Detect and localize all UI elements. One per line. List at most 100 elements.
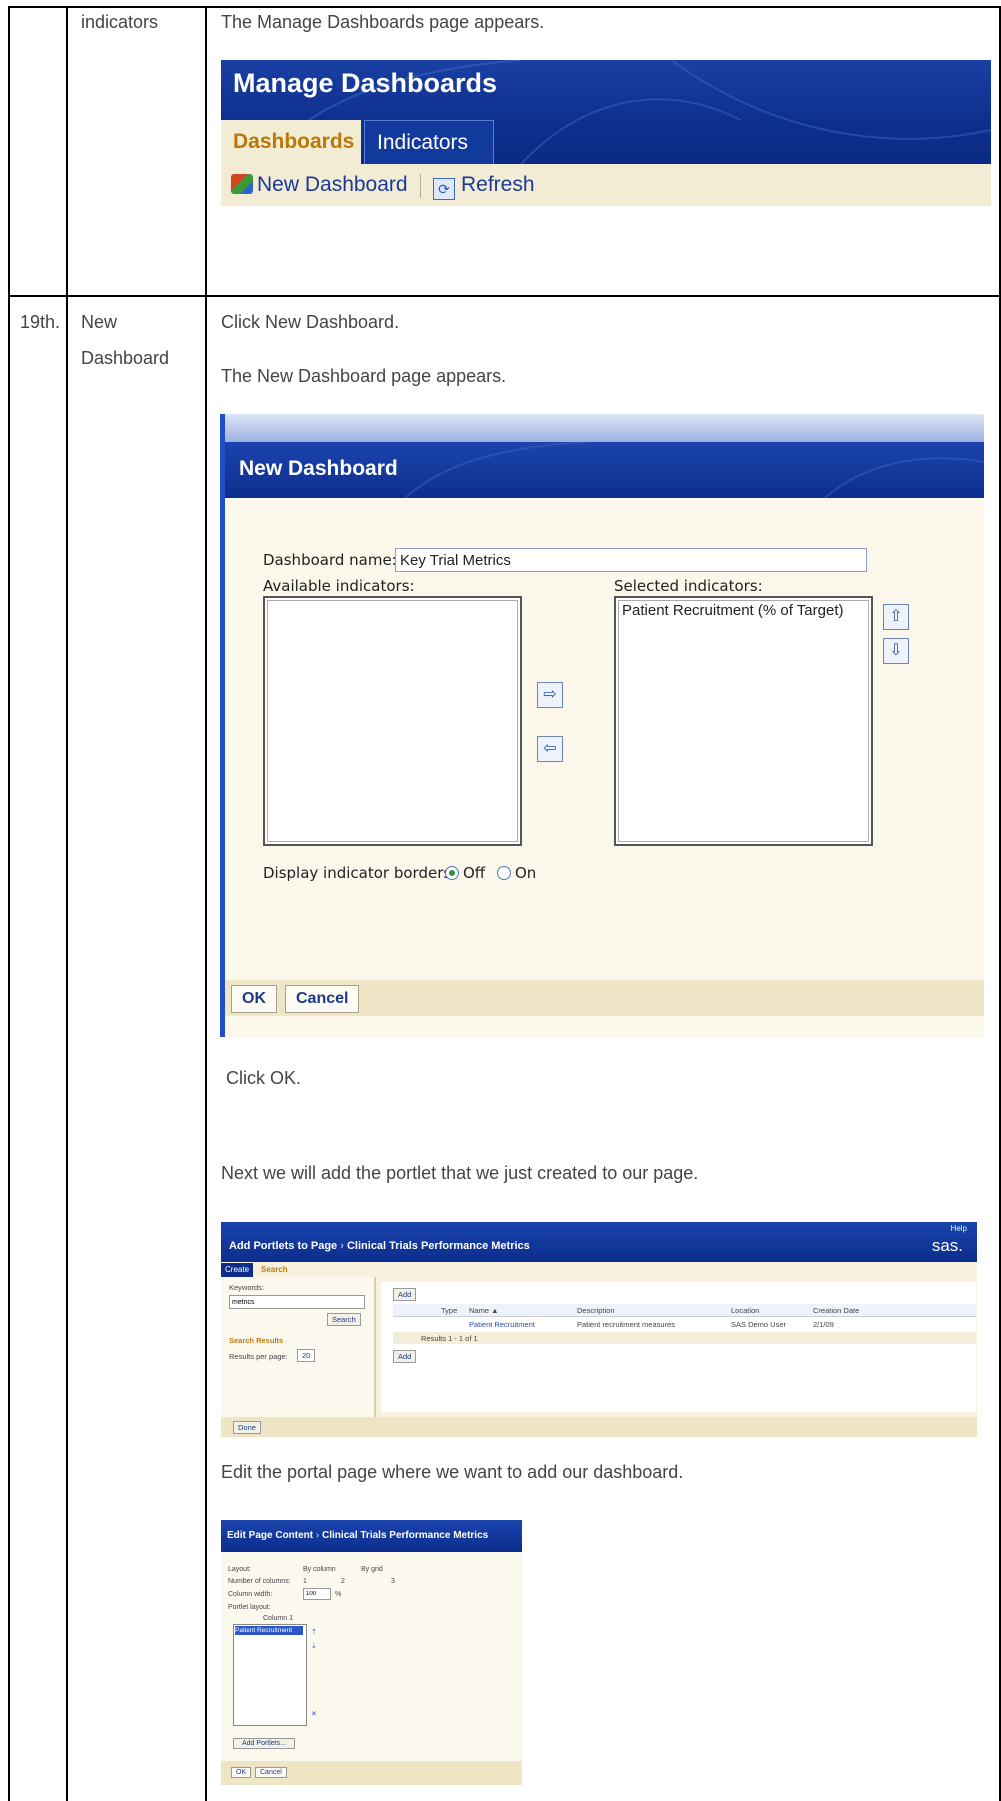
- column-header-creation-date: Creation Date: [813, 1306, 860, 1315]
- column-header-location: Location: [731, 1306, 760, 1315]
- row-name[interactable]: Patient Recruitment: [469, 1320, 535, 1329]
- dialog-footer: OK Cancel: [225, 980, 984, 1016]
- cancel-button[interactable]: Cancel: [285, 985, 360, 1013]
- portlet-list-item[interactable]: Patient Recruitment: [235, 1626, 303, 1635]
- refresh-label: Refresh: [461, 173, 535, 196]
- layout-by-column-option[interactable]: By column: [303, 1566, 336, 1573]
- dashboard-name-label: Dashboard name:: [263, 551, 397, 569]
- add-portlets-title: Add Portlets to Page › Clinical Trials P…: [229, 1240, 530, 1252]
- document-page: indicators The Manage Dashboards page ap…: [0, 0, 1001, 1801]
- column-header-name[interactable]: Name ▲: [469, 1306, 499, 1315]
- display-borders-label: Display indicator borders:: [263, 864, 457, 882]
- row2-action-line1: New: [81, 312, 118, 332]
- instruction-click-ok: Click OK.: [226, 1068, 302, 1088]
- move-up-icon[interactable]: ⇡: [311, 1628, 317, 1636]
- sas-logo: sas.: [931, 1236, 963, 1255]
- edit-page-banner: Edit Page Content › Clinical Trials Perf…: [221, 1520, 522, 1552]
- column-width-input[interactable]: [303, 1588, 331, 1600]
- tab-dashboards[interactable]: Dashboards: [221, 120, 361, 164]
- arrow-left-icon: ⇦: [543, 740, 557, 757]
- column-width-label: Column width:: [228, 1591, 273, 1598]
- layout-label: Layout:: [228, 1566, 251, 1573]
- table-top-border: [8, 6, 1001, 8]
- row-divider: [8, 295, 1001, 297]
- portlet-column-list[interactable]: Patient Recruitment: [233, 1624, 307, 1726]
- toolbar-separator: [420, 174, 421, 198]
- new-dashboard-screenshot: New Dashboard Dashboard name: Available …: [220, 414, 984, 1037]
- refresh-icon: ⟳: [433, 178, 455, 200]
- borders-off-label: Off: [463, 864, 486, 882]
- available-indicators-list[interactable]: [263, 596, 522, 846]
- borders-on-radio[interactable]: [497, 866, 511, 880]
- column-header-type: Type: [441, 1306, 458, 1315]
- row-location: SAS Demo User: [731, 1320, 787, 1329]
- tab-indicators[interactable]: Indicators: [364, 120, 494, 164]
- tab-create[interactable]: Create: [221, 1263, 254, 1277]
- column-divider-1: [66, 6, 68, 1801]
- number-of-columns-label: Number of columns:: [228, 1578, 291, 1585]
- layout-by-grid-option[interactable]: By grid: [361, 1566, 383, 1573]
- edit-page-title: Edit Page Content › Clinical Trials Perf…: [227, 1530, 489, 1541]
- move-up-button[interactable]: ⇧: [883, 604, 909, 630]
- instruction-add-portlet: Next we will add the portlet that we jus…: [221, 1163, 699, 1183]
- results-per-page-select[interactable]: 20: [297, 1349, 316, 1362]
- search-button[interactable]: Search: [327, 1313, 361, 1326]
- results-count: Results 1 - 1 of 1: [421, 1334, 478, 1343]
- step-number: 19th.: [20, 312, 61, 332]
- row2-action-line2: Dashboard: [81, 348, 170, 368]
- results-footer-row: [393, 1332, 976, 1344]
- move-right-button[interactable]: ⇨: [537, 682, 563, 708]
- new-dashboard-banner: New Dashboard: [225, 442, 984, 498]
- search-panel: Keywords: Search Search Results Results …: [221, 1277, 376, 1417]
- selected-indicators-list[interactable]: Patient Recruitment (% of Target): [614, 596, 873, 846]
- column-header-description: Description: [577, 1306, 615, 1315]
- top-gradient-strip: [225, 414, 984, 442]
- columns-option-1[interactable]: 1: [303, 1578, 307, 1585]
- instruction-new-dashboard-appears: The New Dashboard page appears.: [221, 366, 507, 386]
- column-divider-2: [205, 6, 207, 1801]
- column-1-header: Column 1: [263, 1615, 293, 1622]
- new-dashboard-title: New Dashboard: [239, 457, 398, 480]
- columns-option-3[interactable]: 3: [391, 1578, 395, 1585]
- manage-dashboards-screenshot: Manage Dashboards Dashboards Indicators …: [221, 60, 991, 206]
- add-portlets-button[interactable]: Add Portlets...: [233, 1738, 295, 1749]
- keywords-input[interactable]: [229, 1295, 365, 1309]
- new-dashboard-button[interactable]: New Dashboard: [231, 173, 408, 197]
- borders-off-radio[interactable]: [445, 866, 459, 880]
- borders-on-label: On: [515, 864, 537, 882]
- arrow-down-icon: ⇩: [889, 642, 903, 659]
- done-button[interactable]: Done: [233, 1421, 261, 1434]
- table-left-border: [8, 6, 10, 1801]
- tab-search[interactable]: Search: [257, 1263, 292, 1277]
- arrow-up-icon: ⇧: [889, 608, 903, 625]
- remove-icon[interactable]: ✕: [311, 1710, 317, 1718]
- add-portlets-footer: Done: [221, 1417, 977, 1437]
- left-accent-bar: [220, 414, 225, 1037]
- row-description: Patient recruitment measures: [577, 1320, 675, 1329]
- search-results-label: Search Results: [229, 1336, 284, 1345]
- portlet-layout-label: Portlet layout:: [228, 1604, 271, 1611]
- manage-dashboards-title: Manage Dashboards: [233, 68, 498, 98]
- keywords-label: Keywords:: [229, 1283, 265, 1292]
- add-button-bottom[interactable]: Add: [393, 1350, 417, 1363]
- new-dashboard-icon: [231, 174, 253, 194]
- instruction-click-new-dashboard: Click New Dashboard.: [221, 312, 400, 332]
- arrow-right-icon: ⇨: [543, 686, 557, 703]
- refresh-button[interactable]: ⟳ Refresh: [433, 173, 535, 200]
- ok-button[interactable]: OK: [231, 985, 277, 1013]
- edit-ok-button[interactable]: OK: [231, 1767, 252, 1778]
- move-down-button[interactable]: ⇩: [883, 638, 909, 664]
- list-item[interactable]: Patient Recruitment (% of Target): [622, 602, 843, 619]
- results-per-page-label: Results per page:: [229, 1352, 288, 1361]
- edit-cancel-button[interactable]: Cancel: [255, 1767, 287, 1778]
- available-indicators-label: Available indicators:: [263, 577, 415, 595]
- columns-option-2[interactable]: 2: [341, 1578, 345, 1585]
- move-left-button[interactable]: ⇦: [537, 736, 563, 762]
- edit-page-footer: OK Cancel: [221, 1761, 522, 1785]
- help-menu[interactable]: Help: [951, 1224, 967, 1233]
- manage-dashboards-toolbar: New Dashboard ⟳ Refresh: [221, 164, 991, 206]
- dashboard-name-input[interactable]: [395, 548, 867, 572]
- move-down-icon[interactable]: ⇣: [311, 1642, 317, 1650]
- edit-page-content-screenshot: Edit Page Content › Clinical Trials Perf…: [221, 1520, 522, 1785]
- add-button-top[interactable]: Add: [393, 1288, 417, 1301]
